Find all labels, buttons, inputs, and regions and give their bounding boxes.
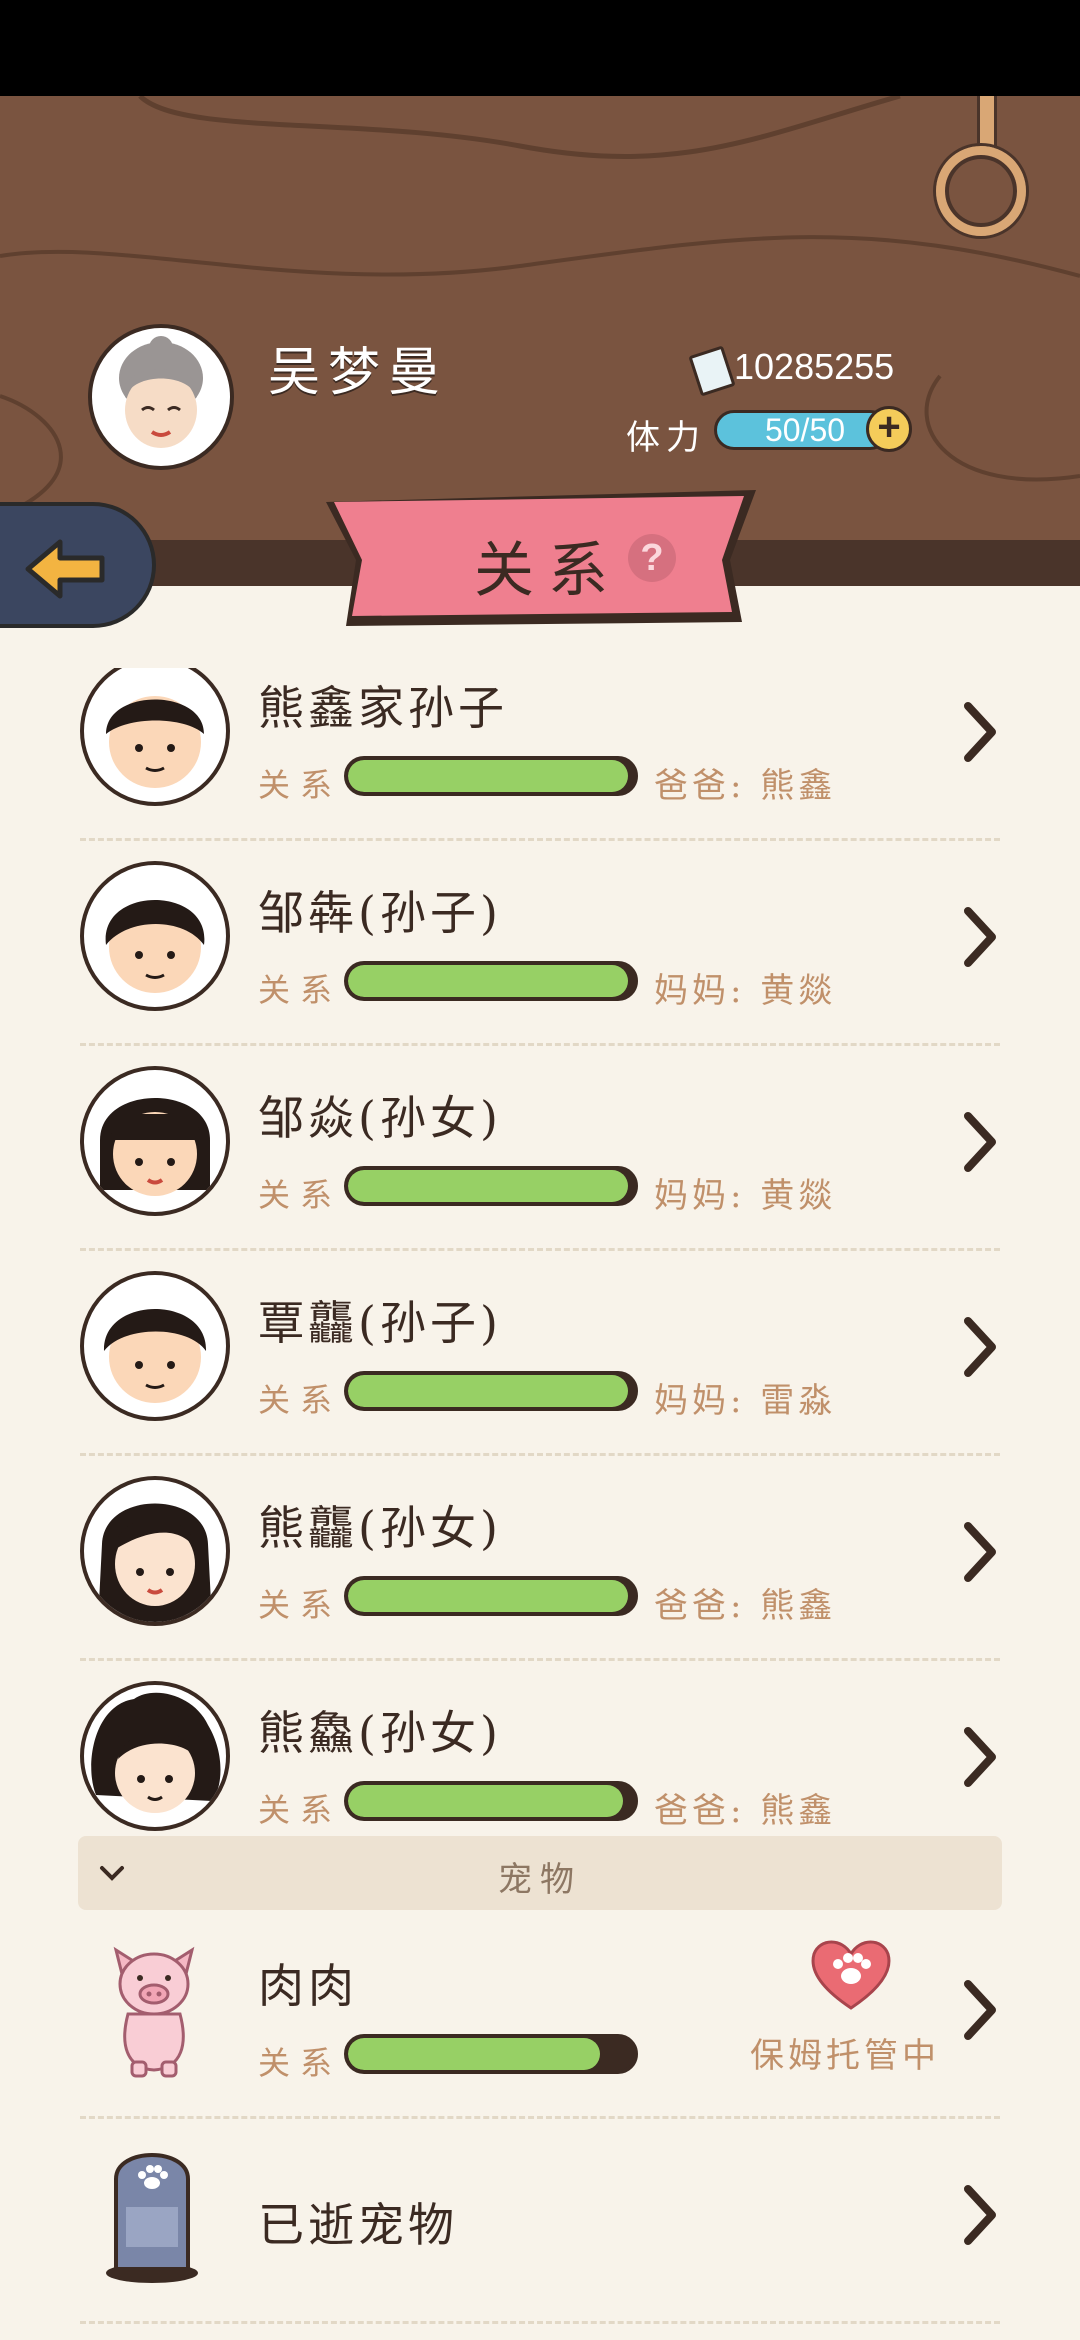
parent-info: 爸爸: 熊鑫	[654, 1791, 837, 1831]
settings-ring-icon[interactable]	[936, 146, 1026, 236]
girl-bob-avatar	[80, 1066, 230, 1216]
girl-long-hair-avatar	[80, 1476, 230, 1626]
relation-bar	[344, 1371, 638, 1411]
stamina-label: 体力	[626, 418, 706, 458]
chevron-right-icon	[964, 1522, 996, 1582]
list-item[interactable]: 覃龘(孙子) 关系 妈妈: 雷淼	[0, 1251, 1080, 1456]
player-avatar[interactable]	[88, 324, 234, 470]
relation-bar	[344, 1166, 638, 1206]
list-item[interactable]: 熊鑫家孙子 关系 爸爸: 熊鑫	[0, 668, 1080, 841]
relation-bar-fill	[348, 760, 629, 792]
parent-info: 妈妈: 黄燚	[654, 1176, 837, 1216]
chevron-right-icon	[964, 1317, 996, 1377]
relation-label: 关系	[258, 971, 343, 1009]
member-name: 邹焱(孙女)	[258, 1091, 502, 1145]
relation-bar-fill	[348, 1580, 629, 1612]
pets-section-title: 宠物	[498, 1860, 582, 1900]
relation-bar	[344, 756, 638, 796]
wood-grain	[0, 96, 1080, 518]
add-stamina-button[interactable]: +	[866, 406, 912, 452]
boy-avatar	[80, 1271, 230, 1421]
relation-bar	[344, 2034, 638, 2074]
header-wood-panel	[0, 96, 1080, 540]
status-bar	[0, 0, 1080, 96]
tombstone-icon	[106, 2153, 198, 2283]
member-name: 熊鑫家孙子	[258, 681, 508, 735]
relation-bar	[344, 1576, 638, 1616]
chevron-right-icon	[964, 1727, 996, 1787]
list-item[interactable]: 邹犇(孙子) 关系 妈妈: 黄燚	[0, 841, 1080, 1046]
member-name: 邹犇(孙子)	[258, 886, 502, 940]
pets-section-header[interactable]: 宠物	[78, 1836, 1002, 1910]
rope	[977, 96, 997, 152]
relation-label: 关系	[258, 1381, 343, 1419]
girl-curly-avatar	[80, 1681, 230, 1831]
relation-bar-fill	[348, 1170, 629, 1202]
member-name: 熊鱻(孙女)	[258, 1706, 502, 1760]
parent-info: 爸爸: 熊鑫	[654, 766, 837, 806]
chevron-right-icon	[964, 2185, 996, 2245]
pet-name: 肉肉	[258, 1959, 358, 2013]
page-title: 关系	[474, 536, 622, 606]
list-item[interactable]: 邹焱(孙女) 关系 妈妈: 黄燚	[0, 1046, 1080, 1251]
list-item[interactable]: 熊龘(孙女) 关系 爸爸: 熊鑫	[0, 1456, 1080, 1661]
relation-bar-fill	[348, 965, 629, 997]
parent-info: 妈妈: 黄燚	[654, 971, 837, 1011]
relationship-list: 熊鑫家孙子 关系 爸爸: 熊鑫 邹犇(孙子) 关系 妈妈: 黄燚 邹焱(孙女) …	[0, 668, 1080, 2340]
relation-label: 关系	[258, 2044, 343, 2082]
paw-heart-icon	[811, 1940, 891, 2010]
relation-label: 关系	[258, 1176, 343, 1214]
parent-info: 妈妈: 雷淼	[654, 1381, 837, 1421]
help-button[interactable]: ?	[628, 534, 676, 582]
parent-info: 爸爸: 熊鑫	[654, 1586, 837, 1626]
chevron-right-icon	[964, 702, 996, 762]
back-arrow-icon	[25, 539, 105, 599]
chevron-right-icon	[964, 1980, 996, 2040]
player-name: 吴梦曼	[268, 343, 449, 403]
relation-label: 关系	[258, 1791, 343, 1829]
member-name: 熊龘(孙女)	[258, 1501, 502, 1555]
deceased-pets-label: 已逝宠物	[258, 2198, 458, 2252]
chevron-right-icon	[964, 1112, 996, 1172]
relation-bar-fill	[348, 2038, 600, 2070]
divider	[80, 2321, 1000, 2324]
member-name: 覃龘(孙子)	[258, 1296, 502, 1350]
relation-bar-fill	[348, 1785, 623, 1817]
stamina-bar: 50/50	[714, 410, 890, 450]
pet-status: 保姆托管中	[750, 2036, 940, 2076]
boy-avatar	[80, 668, 230, 806]
back-button[interactable]	[0, 502, 156, 628]
boy-avatar	[80, 861, 230, 1011]
pig-icon	[113, 1946, 195, 2078]
chevron-right-icon	[964, 907, 996, 967]
deceased-pets-item[interactable]: 已逝宠物	[0, 2119, 1080, 2324]
relation-label: 关系	[258, 1586, 343, 1624]
relation-bar	[344, 1781, 638, 1821]
relation-label: 关系	[258, 766, 343, 804]
pet-list-item[interactable]: 肉肉 关系 保姆托管中	[0, 1914, 1080, 2119]
relation-bar-fill	[348, 1375, 629, 1407]
relation-bar	[344, 961, 638, 1001]
money-value: 10285255	[734, 346, 895, 387]
